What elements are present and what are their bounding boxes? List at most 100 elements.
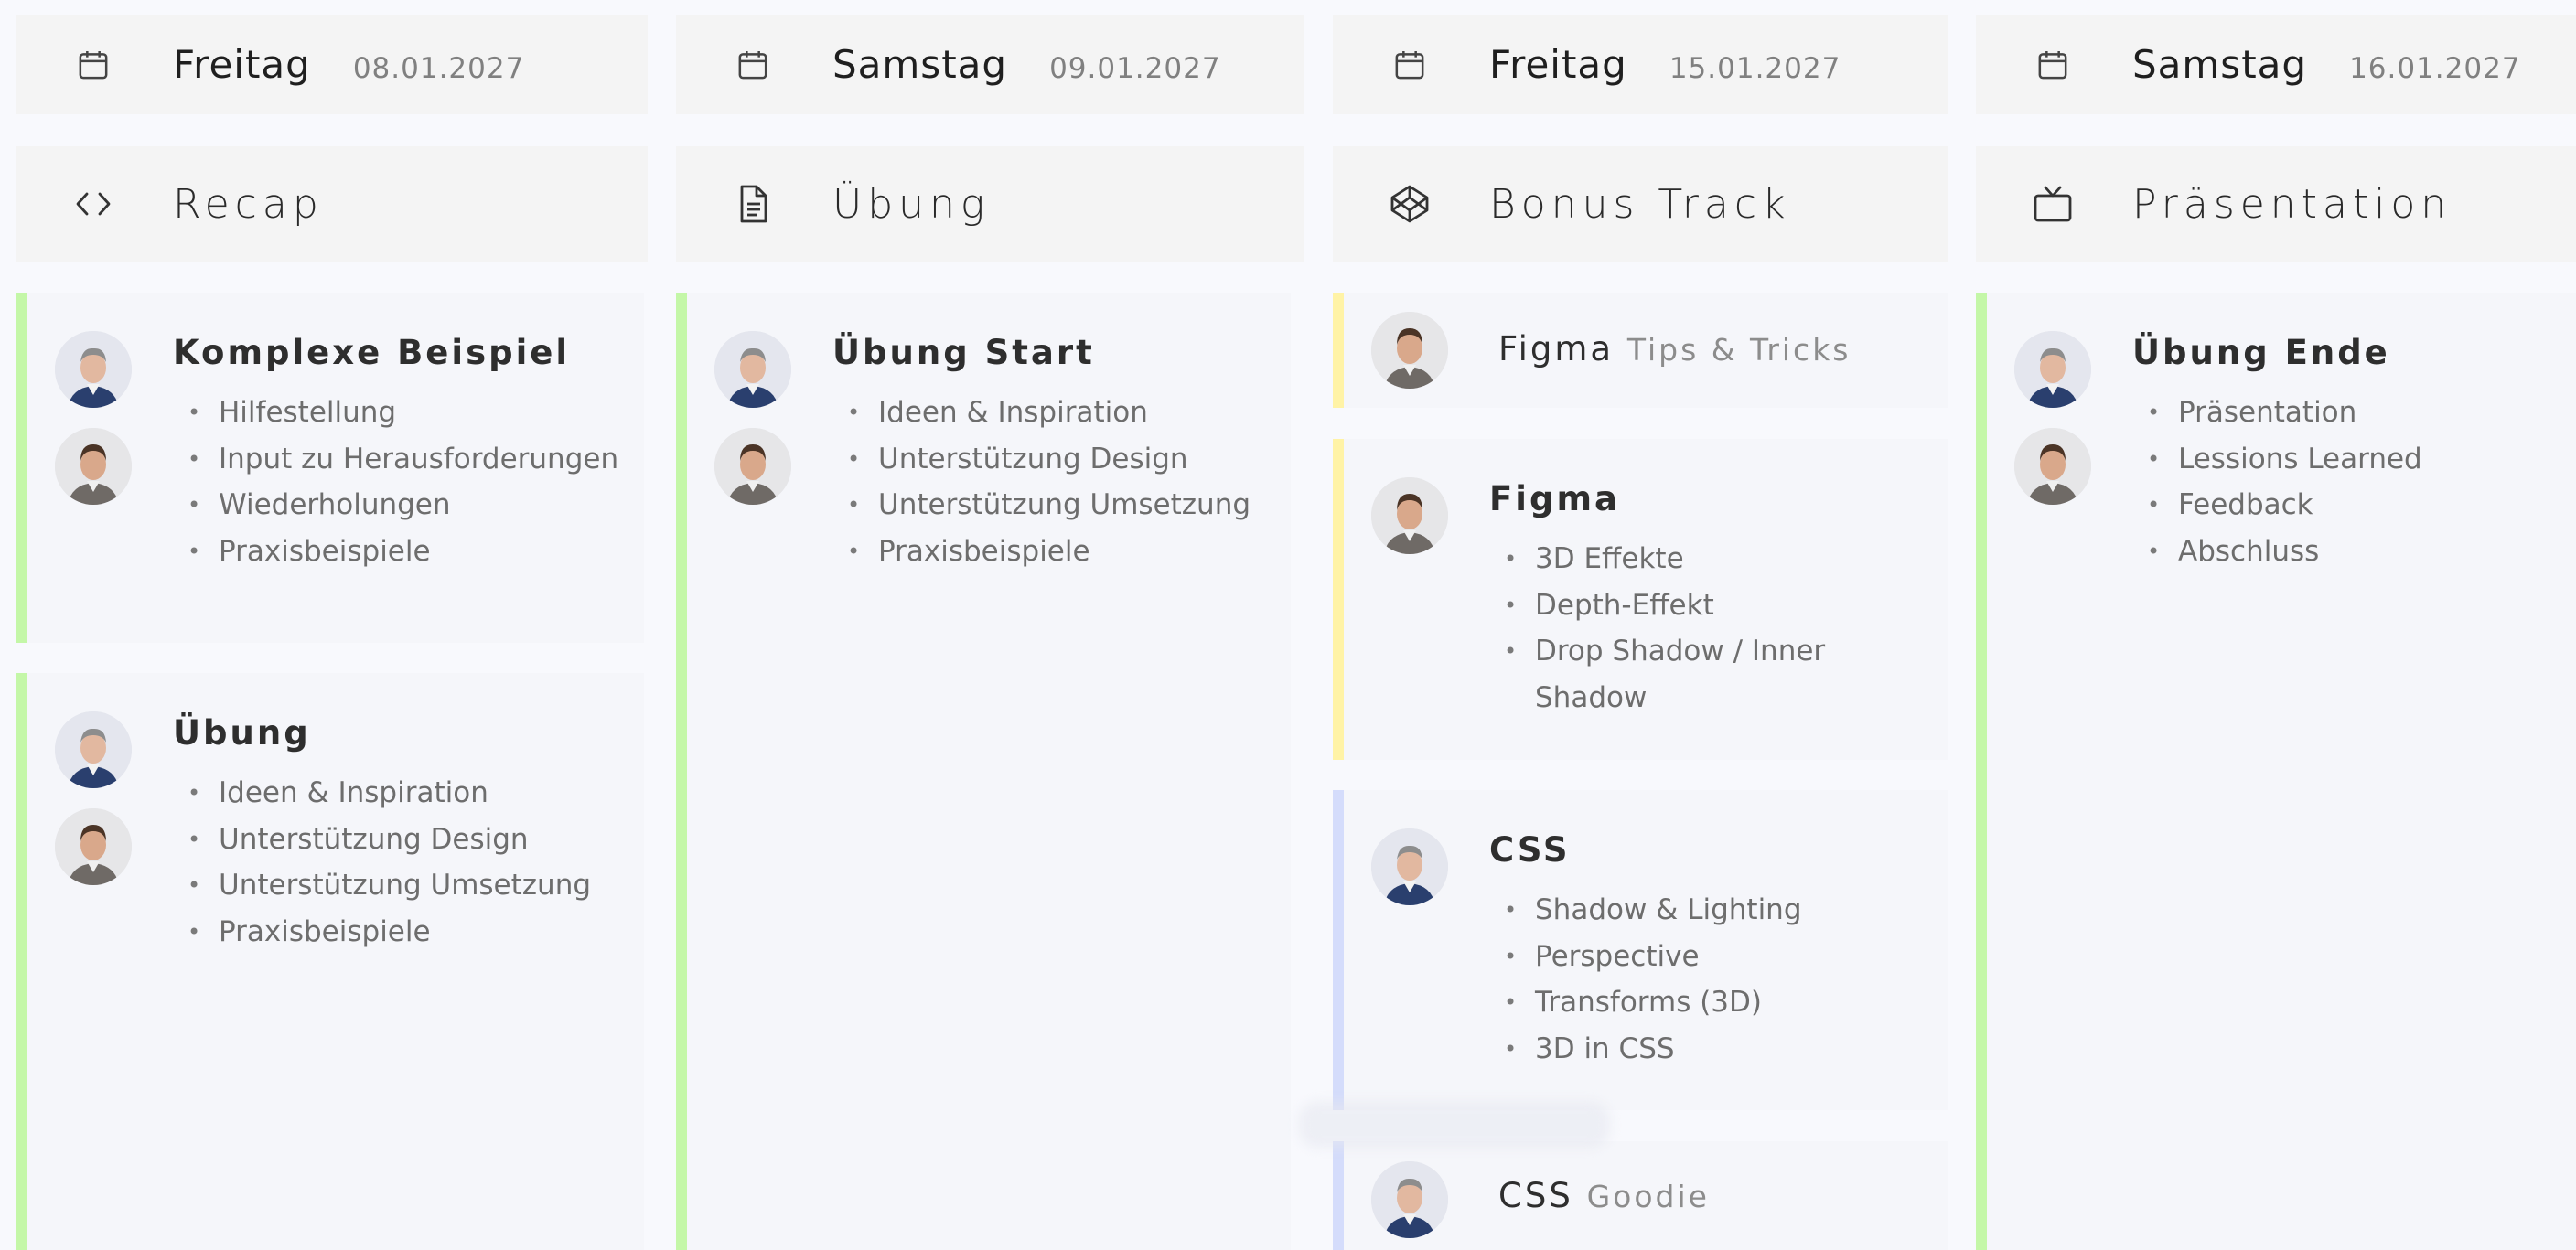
card-title: CSS Goodie [1498, 1176, 1710, 1215]
session-card[interactable]: Übung Start Ideen & Inspiration Unterstü… [676, 293, 1291, 1250]
code-icon [71, 182, 115, 226]
avatar-presenter-2 [1371, 477, 1448, 554]
accent-bar [1333, 439, 1344, 760]
list-item: Ideen & Inspiration [188, 770, 591, 817]
topic-list: Shadow & Lighting Perspective Transforms… [1504, 887, 1802, 1072]
list-item: Ideen & Inspiration [847, 390, 1250, 436]
list-item: Abschluss [2147, 529, 2422, 575]
list-item: Unterstützung Umsetzung [188, 862, 591, 909]
calendar-icon [1388, 43, 1432, 87]
list-item: Perspective [1504, 934, 1802, 980]
day-column-2: Samstag09.01.2027 Übung Übung Start Idee… [676, 0, 1304, 1250]
avatar-presenter-1 [55, 331, 132, 408]
accent-bar [1333, 293, 1344, 408]
list-item: Lessions Learned [2147, 436, 2422, 483]
list-item: Unterstützung Design [188, 817, 591, 863]
shadow-artifact [1299, 1102, 1610, 1148]
day-column-1: Freitag 08.01.2027 Recap Komplexe Beispie… [16, 0, 648, 1250]
accent-bar [1333, 1141, 1344, 1250]
card-title: Übung Ende [2132, 333, 2390, 372]
accent-bar [16, 293, 27, 643]
list-item: Depth-Effekt [1504, 582, 1861, 629]
day-name: Freitag 08.01.2027 [173, 42, 525, 87]
track-title: Bonus Track [1489, 180, 1791, 228]
track-title: Recap [173, 180, 324, 228]
session-card[interactable]: CSS Goodie [1333, 1141, 1948, 1250]
list-item: Unterstützung Design [847, 436, 1250, 483]
codepen-icon [1388, 182, 1432, 226]
topic-list: Ideen & Inspiration Unterstützung Design… [188, 770, 591, 955]
list-item: Präsentation [2147, 390, 2422, 436]
list-item: Feedback [2147, 482, 2422, 529]
day-column-4: Samstag 16.01.2027 Präsentation Übung End… [1976, 0, 2576, 1250]
list-item: Input zu Herausforderungen [188, 436, 618, 483]
list-item: Wiederholungen [188, 482, 618, 529]
avatar-presenter-2 [55, 428, 132, 505]
avatar-presenter-1 [1371, 1161, 1448, 1238]
day-column-3: Freitag 15.01.2027 Bonus Track Figma Tips… [1333, 0, 1948, 1250]
avatar-presenter-1 [55, 711, 132, 788]
date-label: 09.01.2027 [1049, 52, 1221, 85]
track-header: Übung [676, 146, 1304, 262]
card-subtitle: Goodie [1586, 1179, 1710, 1214]
session-card[interactable]: CSS Shadow & Lighting Perspective Transf… [1333, 790, 1948, 1110]
day-name: Freitag 15.01.2027 [1489, 42, 1841, 87]
date-label: 08.01.2027 [352, 52, 525, 85]
topic-list: Ideen & Inspiration Unterstützung Design… [847, 390, 1250, 574]
day-name: Samstag 16.01.2027 [2132, 42, 2521, 87]
list-item: Unterstützung Umsetzung [847, 482, 1250, 529]
calendar-icon [731, 43, 775, 87]
session-card[interactable]: Übung Ideen & Inspiration Unterstützung … [16, 673, 644, 1250]
avatar-presenter-2 [55, 808, 132, 885]
date-header: Freitag 08.01.2027 [16, 15, 648, 114]
date-header: Samstag 09.01.2027 [676, 15, 1304, 114]
track-header: Recap [16, 146, 648, 262]
day-name: Samstag 09.01.2027 [832, 42, 1221, 87]
track-header: Bonus Track [1333, 146, 1948, 262]
card-title: Figma [1489, 479, 1620, 518]
card-title: Figma Tips & Tricks [1498, 329, 1852, 369]
card-title: CSS [1489, 830, 1571, 870]
date-label: 16.01.2027 [2349, 52, 2521, 85]
document-icon [731, 182, 775, 226]
list-item: Shadow & Lighting [1504, 887, 1802, 934]
list-item: Praxisbeispiele [188, 909, 591, 956]
calendar-icon [71, 43, 115, 87]
card-title: Komplexe Beispiel [173, 333, 571, 372]
accent-bar [16, 673, 27, 1250]
date-header: Samstag 16.01.2027 [1976, 15, 2576, 114]
track-header: Präsentation [1976, 146, 2576, 262]
accent-bar [1976, 293, 1987, 1250]
avatar-presenter-1 [714, 331, 791, 408]
session-card[interactable]: Figma 3D Effekte Depth-Effekt Drop Shado… [1333, 439, 1948, 760]
track-title: Übung [832, 180, 991, 228]
date-label: 15.01.2027 [1669, 52, 1841, 85]
avatar-presenter-1 [2014, 331, 2091, 408]
session-card[interactable]: Übung Ende Präsentation Lessions Learned… [1976, 293, 2576, 1250]
calendar-icon [2031, 43, 2075, 87]
list-item: Praxisbeispiele [188, 529, 618, 575]
accent-bar [1333, 790, 1344, 1110]
list-item: 3D in CSS [1504, 1026, 1802, 1073]
card-title: Übung Start [832, 333, 1095, 372]
avatar-presenter-1 [1371, 828, 1448, 905]
list-item: Drop Shadow / Inner Shadow [1504, 628, 1861, 721]
session-card[interactable]: Komplexe Beispiel Hilfestellung Input zu… [16, 293, 644, 643]
track-title: Präsentation [2132, 180, 2453, 228]
list-item: Hilfestellung [188, 390, 618, 436]
accent-bar [676, 293, 687, 1250]
session-card[interactable]: Figma Tips & Tricks [1333, 293, 1948, 408]
list-item: Praxisbeispiele [847, 529, 1250, 575]
avatar-presenter-2 [2014, 428, 2091, 505]
avatar-presenter-2 [714, 428, 791, 505]
avatar-presenter-2 [1371, 312, 1448, 389]
card-subtitle: Tips & Tricks [1626, 332, 1852, 368]
list-item: Transforms (3D) [1504, 979, 1802, 1026]
topic-list: Hilfestellung Input zu Herausforderungen… [188, 390, 618, 574]
topic-list: Präsentation Lessions Learned Feedback A… [2147, 390, 2422, 574]
list-item: 3D Effekte [1504, 536, 1861, 582]
tv-icon [2031, 182, 2075, 226]
date-header: Freitag 15.01.2027 [1333, 15, 1948, 114]
card-title: Übung [173, 713, 311, 753]
topic-list: 3D Effekte Depth-Effekt Drop Shadow / In… [1504, 536, 1861, 721]
